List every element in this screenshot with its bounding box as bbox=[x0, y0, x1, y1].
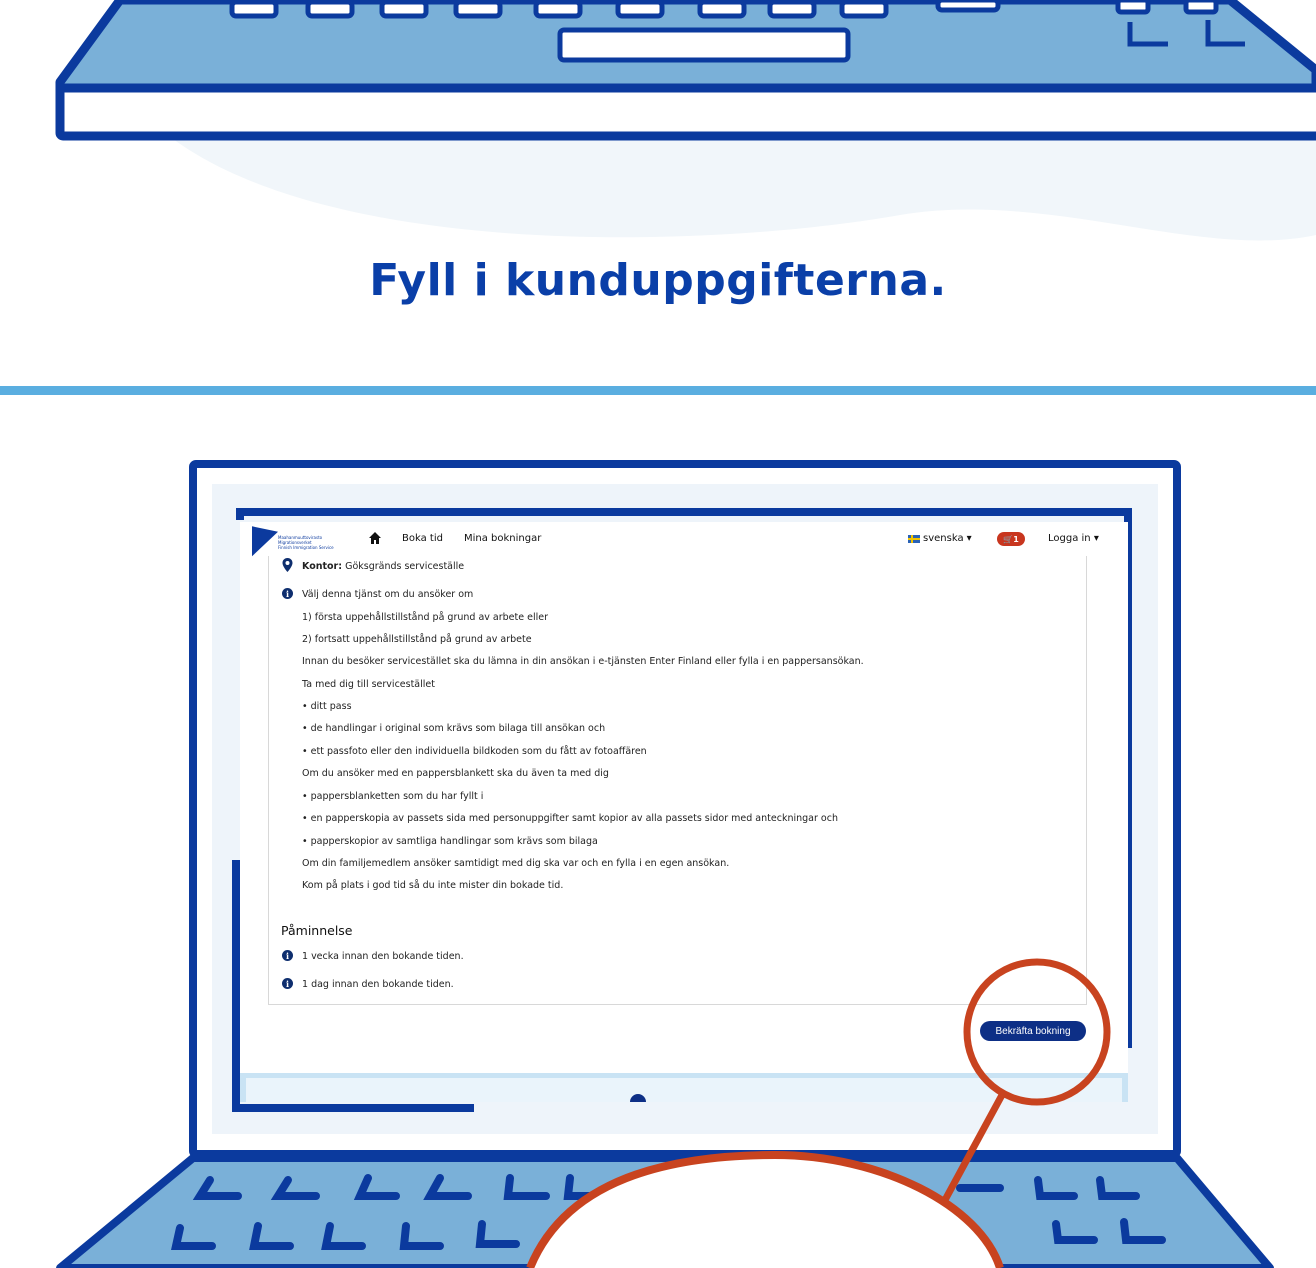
logo-text: Maahanmuuttovirasto Migrationsverket Fin… bbox=[278, 535, 334, 550]
info-line: 1) första uppehållstillstånd på grund av… bbox=[302, 612, 548, 623]
info-line: Om din familjemedlem ansöker samtidigt m… bbox=[302, 858, 730, 869]
location-pin-icon bbox=[282, 558, 293, 572]
nav-my-bookings[interactable]: Mina bokningar bbox=[464, 533, 541, 544]
info-intro: Välj denna tjänst om du ansöker om bbox=[302, 589, 474, 600]
language-selector[interactable]: svenska ▾ bbox=[908, 533, 972, 544]
logo-mark-icon bbox=[252, 522, 278, 557]
nav-book-time[interactable]: Boka tid bbox=[402, 533, 443, 544]
top-navigation: Maahanmuuttovirasto Migrationsverket Fin… bbox=[240, 522, 1128, 557]
office-label: Kontor: bbox=[302, 561, 343, 572]
chevron-down-icon: ▾ bbox=[1093, 533, 1099, 544]
info-line: • de handlingar i original som krävs som… bbox=[302, 723, 606, 734]
cart-icon: 🛒 bbox=[1003, 534, 1014, 544]
swedish-flag-icon bbox=[908, 534, 920, 543]
confirm-booking-button[interactable]: Bekräfta bokning bbox=[980, 1021, 1086, 1041]
info-line: • en papperskopia av passets sida med pe… bbox=[302, 813, 838, 824]
info-line: • ditt pass bbox=[302, 701, 352, 712]
chevron-down-icon: ▾ bbox=[966, 533, 972, 544]
reminder-title: Påminnelse bbox=[281, 923, 353, 938]
office-row: Kontor: Göksgränds serviceställe bbox=[302, 561, 464, 572]
page-heading: Fyll i kunduppgifterna. bbox=[369, 255, 947, 306]
booking-details-panel: Kontor: Göksgränds serviceställe i Välj … bbox=[268, 556, 1087, 1005]
info-line: Om du ansöker med en pappersblankett ska… bbox=[302, 768, 609, 779]
info-icon: i bbox=[282, 950, 293, 961]
info-line: 2) fortsatt uppehållstillstånd på grund … bbox=[302, 634, 532, 645]
cart-button[interactable]: 🛒 1 bbox=[997, 532, 1025, 546]
login-label: Logga in bbox=[1048, 533, 1091, 544]
migri-logo[interactable]: Maahanmuuttovirasto Migrationsverket Fin… bbox=[252, 522, 352, 557]
info-line: • pappersblanketten som du har fyllt i bbox=[302, 791, 484, 802]
reminder-item: 1 dag innan den bokande tiden. bbox=[302, 979, 454, 990]
section-divider bbox=[0, 386, 1316, 395]
info-line: • ett passfoto eller den individuella bi… bbox=[302, 746, 647, 757]
footer-inner bbox=[246, 1078, 1122, 1102]
info-line: Kom på plats i god tid så du inte mister… bbox=[302, 880, 564, 891]
office-value: Göksgränds serviceställe bbox=[345, 561, 465, 572]
bottom-keyboard-deck bbox=[56, 1154, 1274, 1268]
language-label: svenska bbox=[923, 533, 964, 544]
login-menu[interactable]: Logga in ▾ bbox=[1048, 533, 1099, 544]
info-icon: i bbox=[282, 978, 293, 989]
reminder-item: 1 vecka innan den bokande tiden. bbox=[302, 951, 464, 962]
home-icon[interactable] bbox=[368, 531, 382, 545]
top-laptop-edge bbox=[55, 83, 1316, 141]
info-icon: i bbox=[282, 588, 293, 599]
info-line: Innan du besöker servicestället ska du l… bbox=[302, 656, 864, 667]
info-line: Ta med dig till servicestället bbox=[302, 679, 435, 690]
info-line: • papperskopior av samtliga handlingar s… bbox=[302, 836, 598, 847]
cart-count: 1 bbox=[1013, 534, 1019, 544]
booking-screen: Maahanmuuttovirasto Migrationsverket Fin… bbox=[240, 522, 1128, 1102]
